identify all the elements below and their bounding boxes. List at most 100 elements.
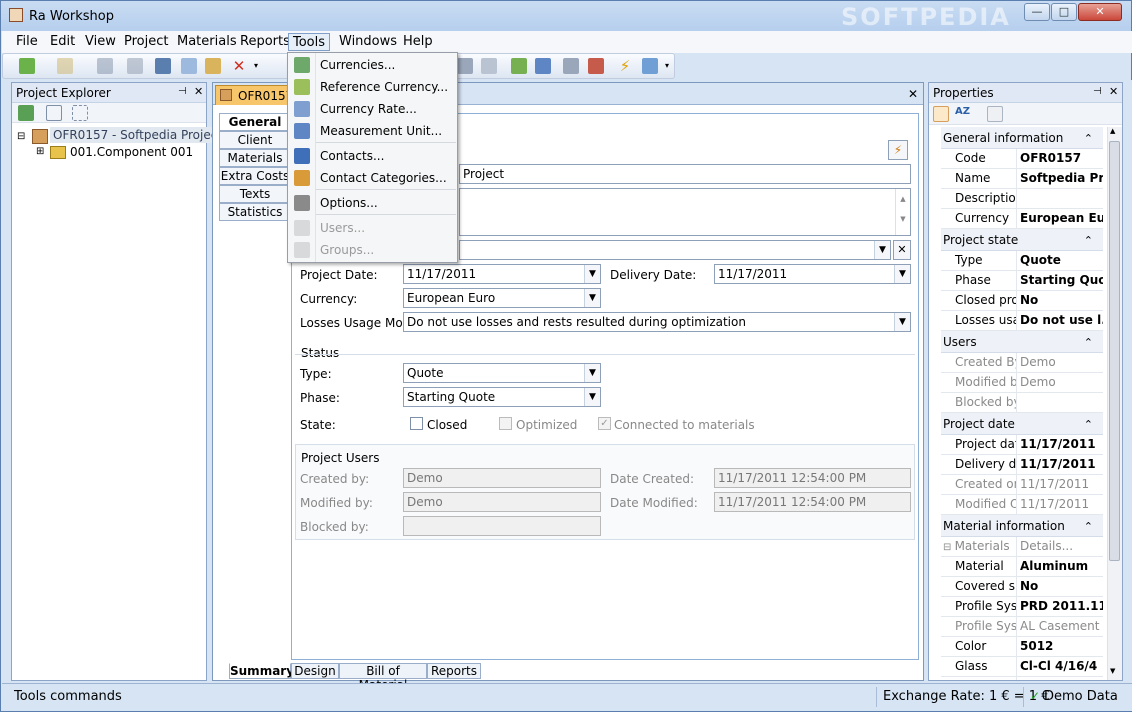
collapse-icon[interactable]: ⌃	[1084, 128, 1093, 150]
property-row[interactable]: Covered s No	[941, 577, 1103, 597]
menu-reports[interactable]: Reports	[236, 33, 294, 51]
close-panel-icon[interactable]: ✕	[194, 85, 203, 98]
property-row[interactable]: Losses usag Do not use l...	[941, 311, 1103, 331]
tools-menu-item-reference-currency[interactable]: Reference Currency...	[288, 76, 457, 98]
property-row[interactable]: Material Aluminum	[941, 557, 1103, 577]
side-tab-texts[interactable]: Texts	[219, 185, 291, 203]
menu-project[interactable]: Project	[120, 33, 172, 51]
property-row[interactable]: Modified On 11/17/2011	[941, 495, 1103, 515]
export-icon[interactable]	[588, 58, 604, 74]
tools-menu-item-measurement-unit[interactable]: Measurement Unit...	[288, 120, 457, 142]
property-row[interactable]: Project date 11/17/2011	[941, 435, 1103, 455]
property-section-header[interactable]: Project date ⌃	[941, 413, 1103, 435]
paste-icon[interactable]	[205, 58, 221, 74]
bottom-tab-bill-of-material[interactable]: Bill of Material	[339, 663, 427, 692]
cut-icon[interactable]	[155, 58, 171, 74]
tree-child-expander[interactable]: ⊞	[36, 146, 44, 157]
code-action-button[interactable]: ⚡	[888, 140, 908, 160]
type-dropdown[interactable]: Quote ▼	[403, 363, 601, 383]
property-row[interactable]: Currency European Euro	[941, 209, 1103, 229]
menu-view[interactable]: View	[81, 33, 120, 51]
tools-menu-item-contacts[interactable]: Contacts...	[288, 145, 457, 167]
bottom-tab-design[interactable]: Design	[291, 663, 339, 679]
phase-dropdown[interactable]: Starting Quote ▼	[403, 387, 601, 407]
name-field[interactable]: Project	[459, 164, 911, 184]
delivery-date-field[interactable]: 11/17/2011 ▼	[714, 264, 911, 284]
scroll-up-icon[interactable]: ▲	[1110, 127, 1115, 135]
property-row[interactable]: Color 5012	[941, 637, 1103, 657]
side-tab-materials[interactable]: Materials	[219, 149, 291, 167]
tools-menu-item-options[interactable]: Options...	[288, 192, 457, 214]
side-tab-statistics[interactable]: Statistics	[219, 203, 291, 221]
tree-root-expander[interactable]: ⊟	[17, 131, 25, 142]
pin-icon[interactable]: ⊣	[178, 86, 187, 97]
tree-root-project[interactable]: OFR0157 - Softpedia Project	[50, 127, 226, 143]
scroll-down-icon[interactable]: ▼	[1110, 667, 1115, 675]
closed-checkbox[interactable]	[410, 416, 423, 430]
property-section-header[interactable]: General information ⌃	[941, 127, 1103, 149]
dropdown-arrow-icon[interactable]: ▾	[254, 58, 262, 74]
bottom-tab-reports[interactable]: Reports	[427, 663, 481, 679]
property-row[interactable]: Modified byDemo	[941, 373, 1103, 393]
copy-project-icon[interactable]	[127, 58, 143, 74]
import-icon[interactable]	[535, 58, 551, 74]
property-row[interactable]: Created By Demo	[941, 353, 1103, 373]
collapse-icon[interactable]: ⌃	[1084, 230, 1093, 252]
property-row[interactable]: Profile Sys PRD 2011.11	[941, 597, 1103, 617]
close-window-button[interactable]: ✕	[1078, 3, 1122, 21]
menu-windows[interactable]: Windows	[335, 33, 401, 51]
maximize-button[interactable]: □	[1051, 3, 1077, 21]
delete-icon[interactable]: ✕	[231, 58, 247, 74]
optimize-icon[interactable]: ⚡	[617, 58, 633, 74]
save-icon[interactable]	[97, 58, 113, 74]
property-row[interactable]: Glass Cl-Cl 4/16/4	[941, 657, 1103, 677]
property-row[interactable]: Type Quote	[941, 251, 1103, 271]
property-row[interactable]: Name Softpedia Pr...	[941, 169, 1103, 189]
property-section-header[interactable]: Material information ⌃	[941, 515, 1103, 537]
side-tab-general[interactable]: General	[219, 113, 291, 131]
property-row[interactable]: Description	[941, 189, 1103, 209]
tree-child-component[interactable]: 001.Component 001	[70, 145, 193, 159]
close-panel-icon[interactable]: ✕	[1109, 85, 1118, 98]
menu-edit[interactable]: Edit	[46, 33, 79, 51]
open-icon[interactable]	[57, 58, 73, 74]
collapse-icon[interactable]: ⌃	[1084, 332, 1093, 354]
property-section-header[interactable]: Project state ⌃	[941, 229, 1103, 251]
toolbar-overflow-icon[interactable]: ▾	[665, 58, 673, 74]
pin-icon[interactable]: ⊣	[1093, 86, 1102, 97]
expander-icon[interactable]: ⊟	[943, 542, 955, 553]
project-date-field[interactable]: 11/17/2011 ▼	[403, 264, 601, 284]
report-icon[interactable]	[457, 58, 473, 74]
property-section-header[interactable]: Users ⌃	[941, 331, 1103, 353]
property-row[interactable]: Blocked by	[941, 393, 1103, 413]
clear-client-button[interactable]: ✕	[893, 240, 911, 260]
description-field[interactable]	[459, 188, 911, 236]
side-tab-extra-costs[interactable]: Extra Costs	[219, 167, 291, 185]
minimize-button[interactable]: —	[1024, 3, 1050, 21]
property-row[interactable]: Closed proje No	[941, 291, 1103, 311]
property-pages-icon[interactable]	[987, 106, 1003, 122]
tools-menu-item-currency-rate[interactable]: Currency Rate...	[288, 98, 457, 120]
menu-file[interactable]: File	[12, 33, 42, 51]
component-tree-icon[interactable]	[563, 58, 579, 74]
tools-menu-item-contact-categories[interactable]: Contact Categories...	[288, 167, 457, 189]
list-view-icon[interactable]	[46, 105, 62, 121]
print-icon[interactable]	[481, 58, 497, 74]
bottom-tab-summary[interactable]: Summary	[229, 663, 294, 679]
property-row[interactable]: Created on 11/17/2011	[941, 475, 1103, 495]
property-row[interactable]: Name Clear-Clear 4-...	[941, 677, 1103, 680]
copy-icon[interactable]	[181, 58, 197, 74]
currency-dropdown[interactable]: European Euro ▼	[403, 288, 601, 308]
sort-alphabetical-icon[interactable]: AZ	[955, 106, 971, 122]
properties-scrollbar[interactable]: ▲ ▼	[1107, 127, 1122, 680]
menu-tools[interactable]: Tools	[288, 33, 331, 51]
losses-usage-dropdown[interactable]: Do not use losses and rests resulted dur…	[403, 312, 911, 332]
description-scrollbar[interactable]: ▲ ▼	[895, 189, 910, 235]
property-row[interactable]: ⊟ Materials Details...	[941, 537, 1103, 557]
collapse-icon[interactable]: ⌃	[1084, 414, 1093, 436]
side-tab-client[interactable]: Client	[219, 131, 291, 149]
client-dropdown[interactable]: ▼	[459, 240, 891, 260]
menu-help[interactable]: Help	[399, 33, 437, 51]
close-document-icon[interactable]: ✕	[908, 87, 918, 101]
property-row[interactable]: Phase Starting Quo...	[941, 271, 1103, 291]
